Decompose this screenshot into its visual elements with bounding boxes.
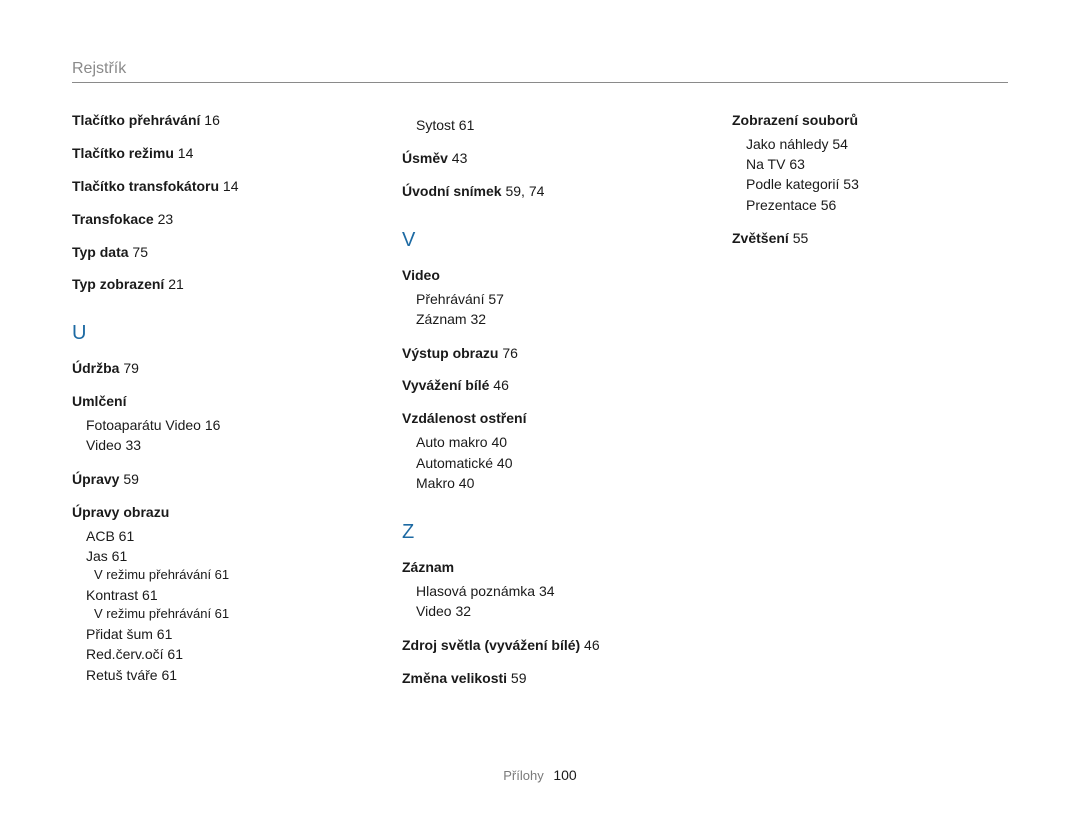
index-term: Zdroj světla (vyvážení bílé) bbox=[402, 637, 580, 653]
index-pages: 59 bbox=[507, 670, 526, 686]
index-subentry: Přehrávání 57 bbox=[416, 289, 692, 309]
index-term: Změna velikosti bbox=[402, 670, 507, 686]
index-term: Výstup obrazu bbox=[402, 345, 498, 361]
index-term: Úpravy bbox=[72, 471, 119, 487]
index-subentry: Retuš tváře 61 bbox=[86, 665, 362, 685]
index-sublist: Fotoaparátu Video 16Video 33 bbox=[72, 415, 362, 456]
index-subentry: Video 33 bbox=[86, 435, 362, 455]
index-entry: Tlačítko přehrávání 16 bbox=[72, 111, 362, 130]
index-columns: Tlačítko přehrávání 16 Tlačítko režimu 14… bbox=[72, 111, 1008, 701]
header-rule bbox=[72, 82, 1008, 83]
index-pages: 75 bbox=[129, 244, 148, 260]
index-entry: Vzdálenost ostření Auto makro 40Automatic… bbox=[402, 409, 692, 493]
index-entry: Úvodní snímek 59, 74 bbox=[402, 182, 692, 201]
index-letter-heading: U bbox=[72, 322, 362, 345]
index-column: Sytost 61 Úsměv 43 Úvodní snímek 59, 74 V Vi… bbox=[402, 111, 692, 701]
index-term: Video bbox=[402, 267, 440, 283]
index-pages: 14 bbox=[174, 145, 193, 161]
index-subentry: Video 32 bbox=[416, 601, 692, 621]
index-subentry: Záznam 32 bbox=[416, 309, 692, 329]
index-letter-heading: V bbox=[402, 229, 692, 252]
page-footer: Přílohy 100 bbox=[0, 767, 1080, 783]
index-pages: 76 bbox=[498, 345, 517, 361]
index-pages: 16 bbox=[200, 112, 219, 128]
index-column: Tlačítko přehrávání 16 Tlačítko režimu 14… bbox=[72, 111, 362, 701]
index-subentry: Fotoaparátu Video 16 bbox=[86, 415, 362, 435]
index-pages: 59, 74 bbox=[502, 183, 545, 199]
index-subentry: Automatické 40 bbox=[416, 453, 692, 473]
index-entry: Umlčení Fotoaparátu Video 16Video 33 bbox=[72, 392, 362, 455]
index-subentry: Podle kategorií 53 bbox=[746, 174, 1022, 194]
index-sublist: ACB 61Jas 61V režimu přehrávání 61Kontra… bbox=[72, 526, 362, 685]
index-subentry: Přidat šum 61 bbox=[86, 624, 362, 644]
index-entry: Záznam Hlasová poznámka 34Video 32 bbox=[402, 558, 692, 621]
index-term: Tlačítko režimu bbox=[72, 145, 174, 161]
index-pages: 46 bbox=[489, 377, 508, 393]
index-entry: Typ zobrazení 21 bbox=[72, 275, 362, 294]
index-term: Úvodní snímek bbox=[402, 183, 502, 199]
index-pages: 23 bbox=[154, 211, 173, 227]
footer-section: Přílohy bbox=[503, 768, 543, 783]
index-pages: 55 bbox=[789, 230, 808, 246]
index-term: Tlačítko přehrávání bbox=[72, 112, 200, 128]
index-entry: Zdroj světla (vyvážení bílé) 46 bbox=[402, 636, 692, 655]
index-entry: Tlačítko transfokátoru 14 bbox=[72, 177, 362, 196]
index-subentry: Jako náhledy 54 bbox=[746, 134, 1022, 154]
index-term: Vzdálenost ostření bbox=[402, 410, 526, 426]
index-term: Tlačítko transfokátoru bbox=[72, 178, 219, 194]
index-sublist: Hlasová poznámka 34Video 32 bbox=[402, 581, 692, 622]
index-entry: Video Přehrávání 57Záznam 32 bbox=[402, 266, 692, 329]
page-title: Rejstřík bbox=[72, 60, 1008, 78]
index-subentry: Kontrast 61 bbox=[86, 585, 362, 605]
index-term: Úpravy obrazu bbox=[72, 504, 169, 520]
index-term: Typ data bbox=[72, 244, 129, 260]
index-subentry: Jas 61 bbox=[86, 546, 362, 566]
index-term: Umlčení bbox=[72, 393, 126, 409]
index-subentry: Auto makro 40 bbox=[416, 432, 692, 452]
index-subentry: Sytost 61 bbox=[416, 115, 692, 135]
index-sublist: Auto makro 40Automatické 40Makro 40 bbox=[402, 432, 692, 493]
index-term: Typ zobrazení bbox=[72, 276, 164, 292]
index-subentry: Hlasová poznámka 34 bbox=[416, 581, 692, 601]
index-term: Zobrazení souborů bbox=[732, 112, 858, 128]
index-column: Zobrazení souborů Jako náhledy 54Na TV 63… bbox=[732, 111, 1022, 701]
index-entry: Údržba 79 bbox=[72, 359, 362, 378]
index-term: Zvětšení bbox=[732, 230, 789, 246]
index-term: Transfokace bbox=[72, 211, 154, 227]
index-subentry: Red.červ.očí 61 bbox=[86, 644, 362, 664]
footer-page-number: 100 bbox=[553, 767, 576, 783]
index-term: Vyvážení bílé bbox=[402, 377, 489, 393]
index-entry: Výstup obrazu 76 bbox=[402, 344, 692, 363]
index-entry: Zvětšení 55 bbox=[732, 229, 1022, 248]
index-term: Záznam bbox=[402, 559, 454, 575]
index-sublist: Přehrávání 57Záznam 32 bbox=[402, 289, 692, 330]
index-subentry: Na TV 63 bbox=[746, 154, 1022, 174]
index-pages: 46 bbox=[580, 637, 599, 653]
index-entry: Typ data 75 bbox=[72, 243, 362, 262]
index-entry: Změna velikosti 59 bbox=[402, 669, 692, 688]
index-entry: Úpravy 59 bbox=[72, 470, 362, 489]
index-subsubentry: V režimu přehrávání 61 bbox=[86, 605, 362, 624]
index-entry: Úsměv 43 bbox=[402, 149, 692, 168]
index-entry: Tlačítko režimu 14 bbox=[72, 144, 362, 163]
index-entry: Úpravy obrazuACB 61Jas 61V režimu přehrá… bbox=[72, 503, 362, 685]
index-sublist: Jako náhledy 54Na TV 63Podle kategorií 5… bbox=[732, 134, 1022, 215]
index-pages: 59 bbox=[119, 471, 138, 487]
index-entry: Zobrazení souborů Jako náhledy 54Na TV 63… bbox=[732, 111, 1022, 215]
index-term: Úsměv bbox=[402, 150, 448, 166]
index-entry: Transfokace 23 bbox=[72, 210, 362, 229]
index-subentry: Prezentace 56 bbox=[746, 195, 1022, 215]
index-entry: Sytost 61 bbox=[402, 115, 692, 135]
index-entry: Vyvážení bílé 46 bbox=[402, 376, 692, 395]
index-subentry: Makro 40 bbox=[416, 473, 692, 493]
index-term: Údržba bbox=[72, 360, 119, 376]
index-letter-heading: Z bbox=[402, 521, 692, 544]
index-pages: 21 bbox=[164, 276, 183, 292]
index-pages: 43 bbox=[448, 150, 467, 166]
index-subsubentry: V režimu přehrávání 61 bbox=[86, 566, 362, 585]
index-page: Rejstřík Tlačítko přehrávání 16Tlačítko … bbox=[0, 0, 1080, 815]
index-pages: 79 bbox=[119, 360, 138, 376]
index-subentry: ACB 61 bbox=[86, 526, 362, 546]
index-pages: 14 bbox=[219, 178, 238, 194]
